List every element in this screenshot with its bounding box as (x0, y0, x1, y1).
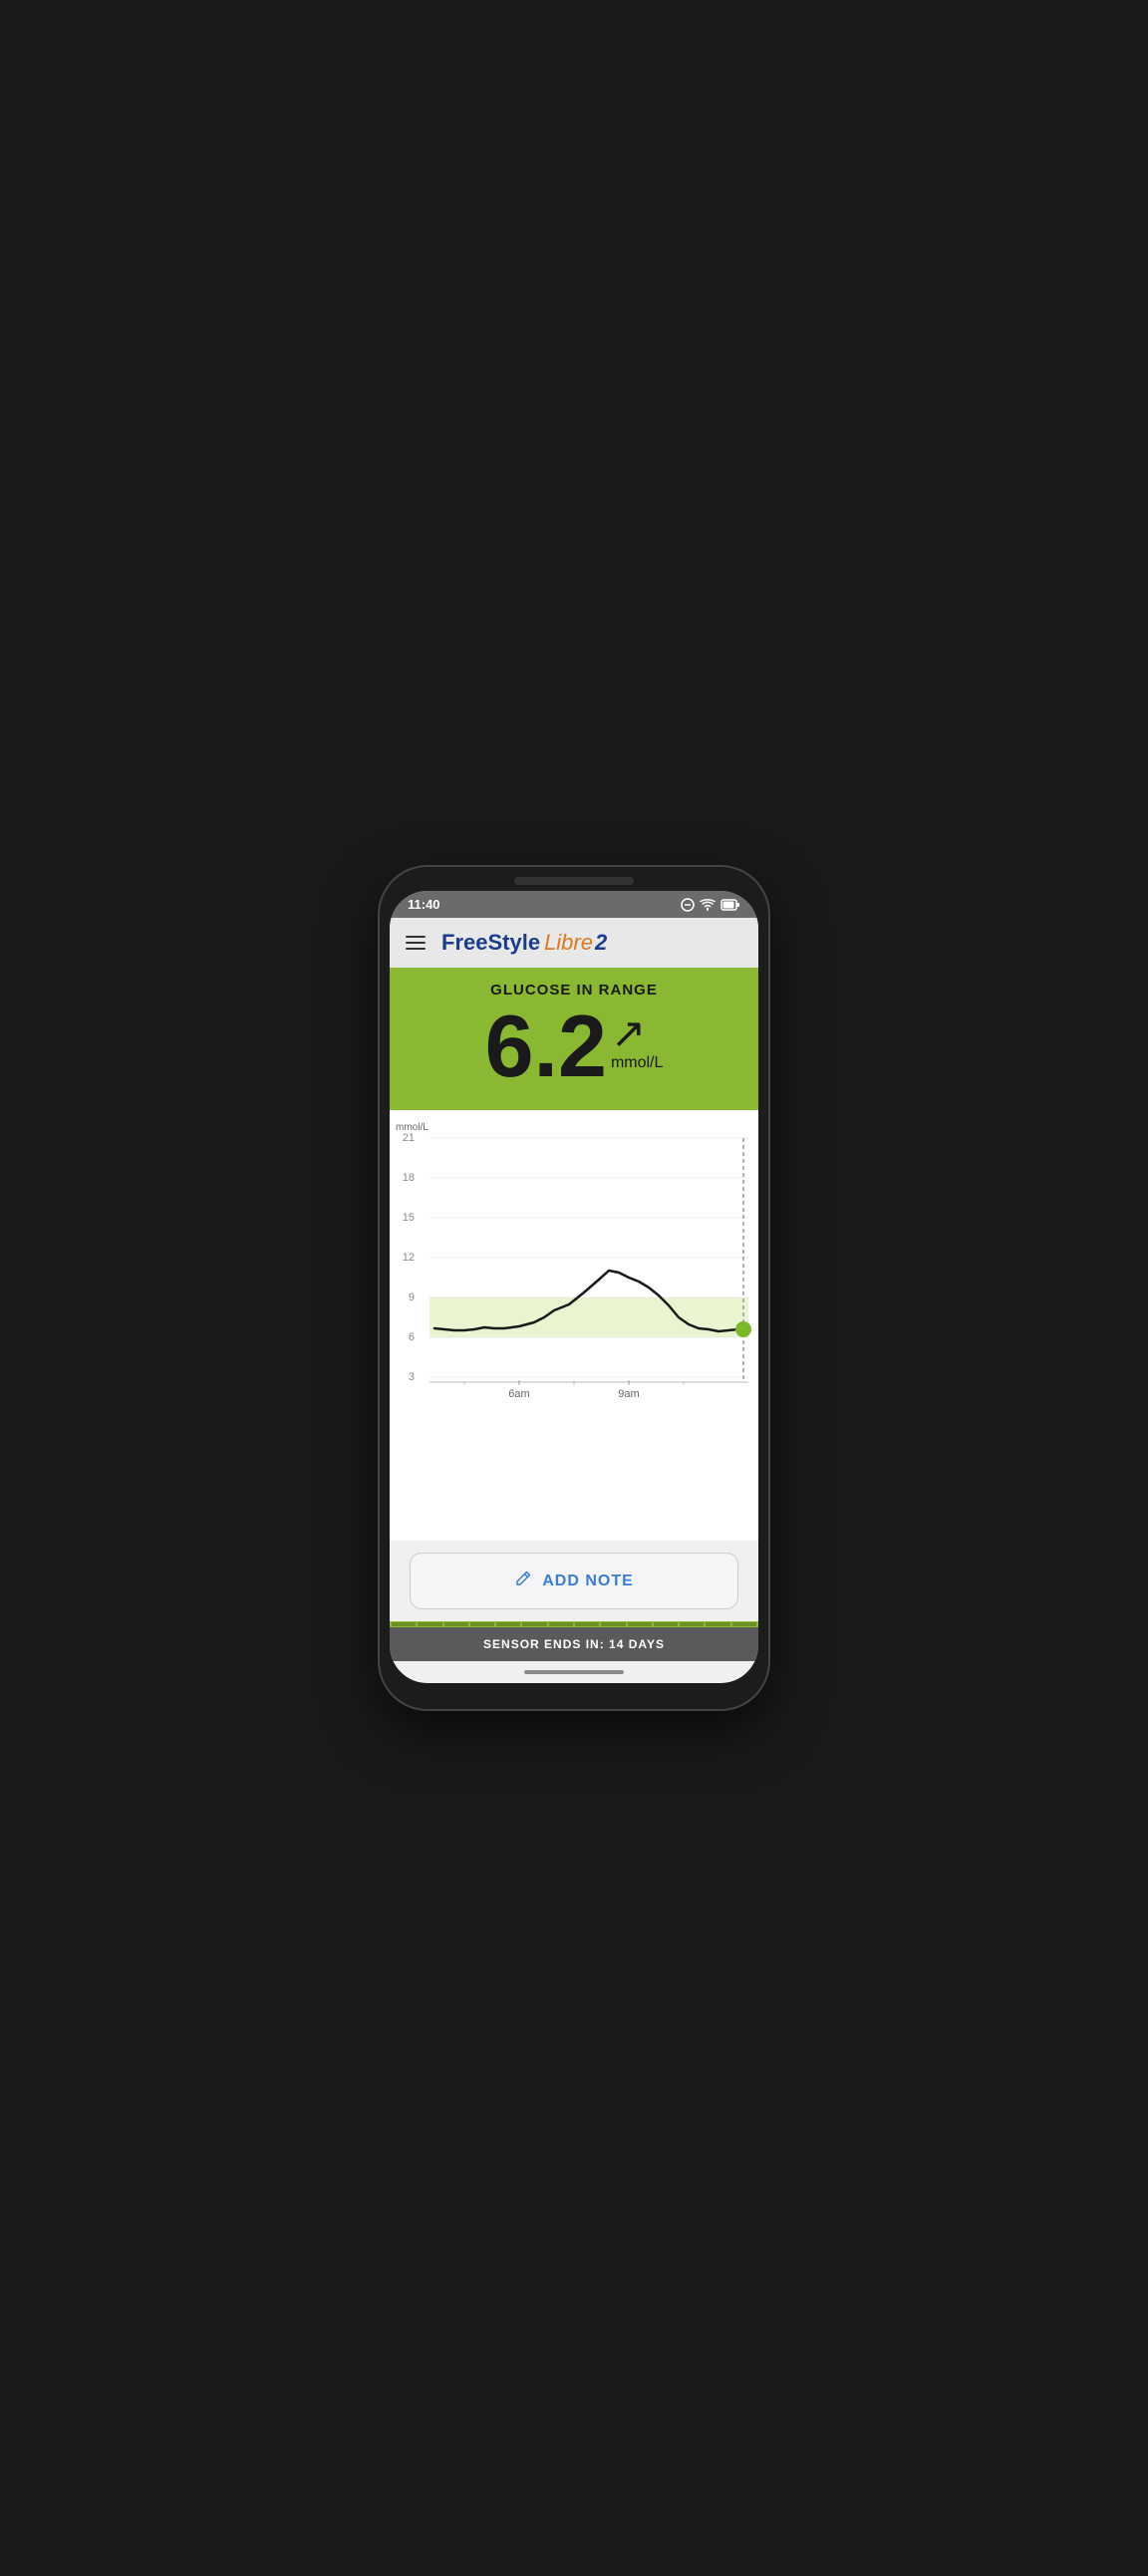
sensor-bar: SENSOR ENDS IN: 14 DAYS (390, 1627, 758, 1661)
phone-screen: 11:40 (390, 891, 758, 1683)
chart-inner: mmol/L 21 18 (390, 1118, 758, 1541)
logo-libre: Libre (544, 930, 593, 956)
logo-freestyle: FreeStyle (441, 930, 540, 956)
app-logo: FreeStyle Libre 2 (441, 930, 607, 956)
status-bar: 11:40 (390, 891, 758, 918)
glucose-unit: mmol/L (611, 1054, 663, 1072)
phone-home-bar (390, 1661, 758, 1683)
sensor-bar-text: SENSOR ENDS IN: 14 DAYS (483, 1637, 665, 1651)
menu-button[interactable] (406, 936, 426, 950)
app-header: FreeStyle Libre 2 (390, 918, 758, 968)
home-indicator (524, 1670, 624, 1674)
logo-2: 2 (595, 930, 607, 956)
svg-text:15: 15 (403, 1212, 415, 1224)
glucose-value-row: 6.2 ↗ mmol/L (410, 1002, 738, 1090)
do-not-disturb-icon (681, 898, 695, 912)
chart-container: mmol/L 21 18 (390, 1110, 758, 1541)
glucose-chart: 21 18 15 12 9 6 (390, 1118, 758, 1417)
svg-text:6: 6 (409, 1331, 415, 1343)
wifi-icon (700, 899, 716, 911)
glucose-trend-arrow: ↗ (611, 1012, 646, 1054)
action-area: ADD NOTE (390, 1541, 758, 1621)
current-glucose-dot (735, 1321, 751, 1337)
svg-text:18: 18 (403, 1172, 415, 1184)
add-note-label: ADD NOTE (542, 1573, 634, 1590)
range-band (430, 1297, 748, 1337)
add-note-button[interactable]: ADD NOTE (410, 1553, 738, 1609)
svg-text:12: 12 (403, 1252, 415, 1264)
pencil-icon (514, 1570, 532, 1592)
svg-text:9: 9 (409, 1291, 415, 1303)
phone-frame: 11:40 (380, 867, 768, 1709)
status-time: 11:40 (408, 897, 440, 912)
svg-text:21: 21 (403, 1132, 415, 1144)
phone-notch (514, 877, 634, 885)
svg-text:6am: 6am (508, 1388, 529, 1400)
status-icons (681, 898, 740, 912)
svg-text:3: 3 (409, 1371, 415, 1383)
glucose-value: 6.2 (485, 1002, 607, 1090)
glucose-banner: GLUCOSE IN RANGE 6.2 ↗ mmol/L (390, 968, 758, 1110)
svg-text:9am: 9am (618, 1388, 639, 1400)
battery-icon (720, 899, 740, 911)
